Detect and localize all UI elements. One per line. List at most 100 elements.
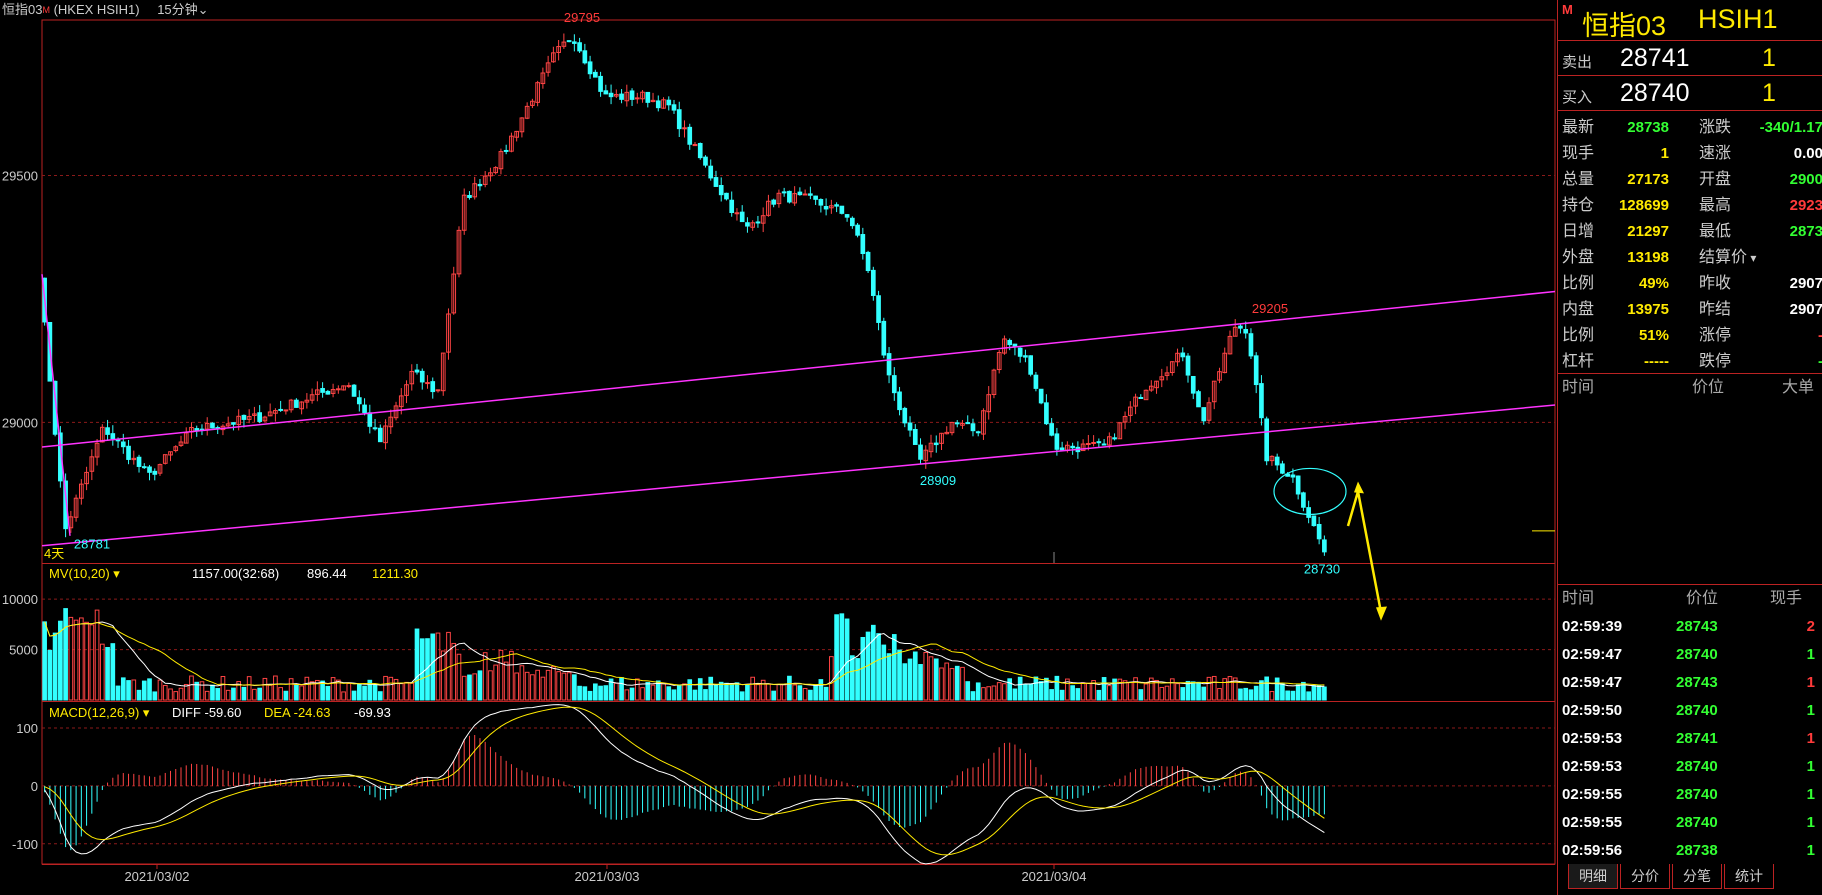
candle-body — [886, 353, 892, 376]
volume-bar — [1311, 685, 1317, 701]
candle-body — [745, 222, 750, 227]
candle-body — [1054, 433, 1060, 450]
candle-body — [1248, 333, 1254, 357]
candle-body — [666, 99, 672, 106]
volume-bar — [666, 686, 672, 701]
volume-bar — [1322, 686, 1327, 701]
candle-body — [682, 127, 687, 130]
candle-body — [1096, 441, 1102, 444]
stat-label: 涨跌 — [1699, 119, 1732, 136]
volume-bar — [225, 689, 231, 701]
volume-bar — [587, 690, 593, 701]
candle-body — [671, 104, 677, 111]
candle-body — [634, 97, 640, 100]
volume-bar — [294, 684, 299, 701]
volume-bar — [341, 691, 346, 701]
bid-label: 买入 — [1562, 89, 1593, 106]
tick-volume: 1 — [1806, 702, 1815, 719]
volume-bar — [383, 675, 388, 701]
volume-bar — [781, 684, 787, 701]
candle-body — [902, 407, 908, 424]
volume-bar — [136, 689, 142, 701]
candle-body — [975, 431, 981, 434]
volume-bar — [1264, 676, 1270, 701]
volume-bar — [708, 676, 714, 701]
volume-bar — [1075, 688, 1081, 701]
tick-time: 02:59:47 — [1562, 646, 1623, 663]
tab-1[interactable]: 分价 — [1620, 864, 1670, 889]
volume-bar — [876, 633, 881, 701]
volume-bar — [745, 684, 750, 701]
tick-time: 02:59:56 — [1562, 842, 1623, 859]
tick-header-time: 时间 — [1562, 590, 1595, 607]
volume-bar — [718, 681, 724, 701]
volume-bar — [829, 656, 834, 701]
volume-bar — [776, 683, 782, 701]
candle-body — [325, 390, 331, 395]
panel-tabs: 明细 分价 分笔 统计 — [1568, 864, 1776, 889]
ask-row: 卖出 28741 1 — [1558, 41, 1822, 76]
stat-value: 2873 — [1789, 223, 1822, 240]
candle-body — [697, 143, 703, 159]
candle-body — [603, 90, 609, 95]
chevron-down-icon[interactable]: ▾ — [1747, 251, 1756, 265]
stat-row: 杠杆 ----- 跌停 - — [1558, 349, 1822, 375]
volume-bar — [1190, 681, 1196, 701]
volume-bar — [199, 681, 205, 701]
tick-price: 28740 — [1676, 702, 1718, 719]
volume-bar — [105, 647, 110, 701]
volume-bar — [488, 670, 493, 701]
volume-bar — [844, 618, 850, 701]
volume-bar — [839, 613, 845, 701]
volume-bar — [624, 689, 630, 701]
tick-volume: 1 — [1806, 842, 1815, 859]
candle-body — [231, 422, 236, 425]
volume-bar — [178, 687, 184, 701]
stat-value: ----- — [1644, 353, 1669, 370]
candle-body — [336, 388, 341, 391]
volume-ma10-line — [44, 621, 1325, 688]
stat-value: 0.00 — [1793, 145, 1822, 162]
candle-body — [734, 212, 740, 215]
volume-bar — [84, 621, 89, 701]
arrow-head-up — [1354, 481, 1364, 494]
candle-body — [351, 384, 357, 397]
channel-line-lower — [41, 404, 1556, 547]
kline-chart[interactable]: 29000 29500 5000 10000 100 0 -100 2021/03/02 202… — [0, 0, 1557, 895]
macd-tick-label: -100 — [12, 837, 38, 852]
volume-bar — [362, 685, 367, 701]
volume-bar — [304, 676, 310, 701]
stat-row: 持仓 128699 最高 2923 — [1558, 193, 1822, 219]
candle-body — [210, 422, 215, 429]
volume-bar — [640, 687, 645, 701]
panel-header: M 恒指03 HSIH1 — [1558, 0, 1822, 41]
candle-body — [152, 470, 158, 475]
candle-body — [356, 397, 362, 405]
tick-time: 02:59:55 — [1562, 814, 1623, 831]
stat-label: 最低 — [1699, 223, 1732, 240]
big-order-list — [1558, 402, 1822, 585]
volume-bar — [1159, 686, 1165, 701]
candle-body — [477, 183, 483, 187]
volume-bar — [252, 688, 257, 701]
volume-bar — [808, 689, 813, 701]
tab-2[interactable]: 分笔 — [1672, 864, 1722, 889]
candle-body — [320, 388, 325, 393]
volume-bar — [477, 670, 483, 701]
tab-3[interactable]: 统计 — [1724, 864, 1774, 889]
candle-body — [467, 195, 472, 198]
candle-body — [1038, 388, 1044, 404]
bid-row: 买入 28740 1 — [1558, 76, 1822, 111]
candle-body — [865, 251, 871, 272]
tab-0[interactable]: 明细 — [1568, 864, 1618, 889]
volume-bar — [157, 679, 163, 701]
candle-body — [1049, 423, 1054, 436]
volume-bar — [110, 643, 116, 701]
tick-volume: 1 — [1806, 646, 1815, 663]
tick-time: 02:59:53 — [1562, 758, 1623, 775]
candle-body — [577, 42, 582, 52]
volume-bar — [273, 675, 278, 701]
volume-bar — [1175, 683, 1180, 701]
candle-body — [1190, 375, 1196, 394]
volume-bar — [566, 672, 572, 701]
